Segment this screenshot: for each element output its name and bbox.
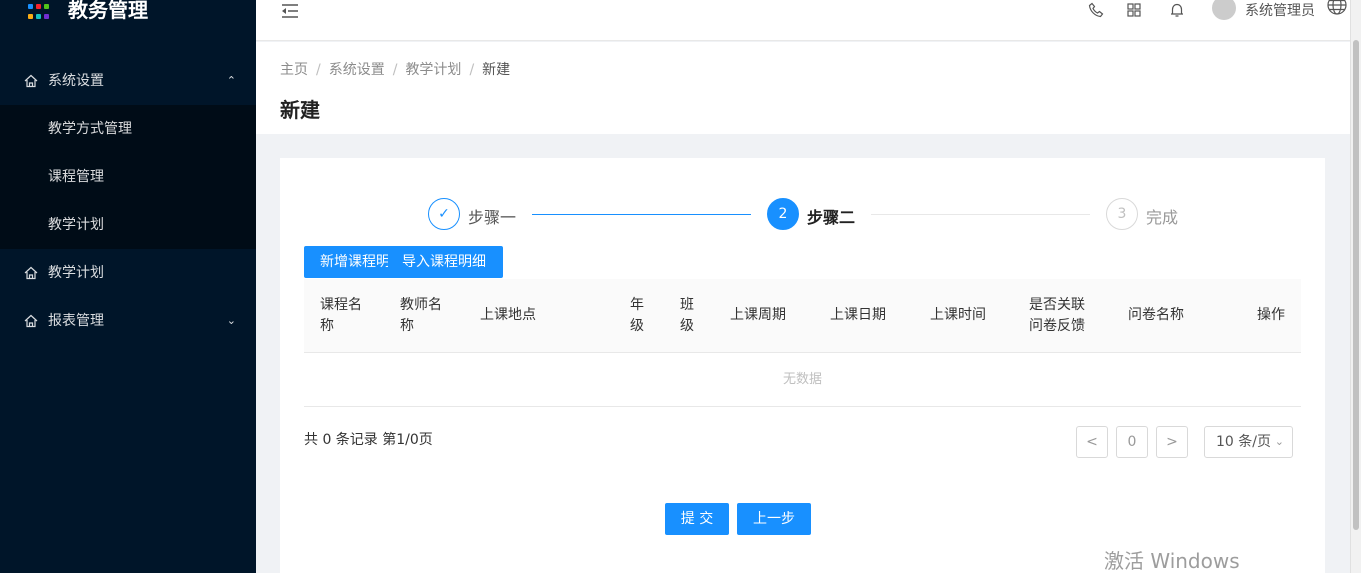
sidebar-item-label: 教学计划: [48, 265, 104, 281]
sidebar-item-label: 教学计划: [48, 217, 104, 233]
chevron-down-icon: ⌄: [226, 314, 236, 327]
logo: 教务管理: [0, 0, 256, 30]
breadcrumb-current: 新建: [482, 62, 511, 78]
breadcrumb-teaching-plan[interactable]: 教学计划: [405, 62, 461, 78]
windows-activation-watermark: 激活 Windows: [1104, 549, 1240, 573]
top-header: 系统管理员: [256, 0, 1350, 41]
sidebar-item-system-settings[interactable]: 系统设置 ⌃: [0, 57, 256, 105]
page-number[interactable]: 0: [1116, 426, 1148, 458]
col-survey-linked: 是否关联 问卷反馈: [1029, 297, 1085, 334]
breadcrumb-system-settings[interactable]: 系统设置: [329, 62, 385, 78]
table-header: 课程名称 教师名称 上课地点 年级 班级 上课周期 上课日期 上课时间 是否关联…: [304, 279, 1301, 353]
scrollbar-thumb[interactable]: [1353, 40, 1359, 530]
breadcrumb-home[interactable]: 主页: [280, 62, 308, 78]
step-3-number: 3: [1106, 198, 1138, 230]
col-date: 上课日期: [830, 307, 886, 323]
submenu-system-settings: 教学方式管理 课程管理 教学计划: [0, 105, 256, 249]
home-icon: [24, 314, 38, 328]
bell-icon[interactable]: [1169, 2, 1185, 18]
step-connector: [871, 214, 1090, 215]
sidebar-item-course-management[interactable]: 课程管理: [0, 153, 256, 201]
breadcrumb: 主页 / 系统设置 / 教学计划 / 新建: [280, 59, 510, 79]
apps-icon[interactable]: [1126, 2, 1142, 18]
prev-step-button[interactable]: 上一步: [737, 503, 811, 535]
step-connector: [532, 214, 751, 215]
col-period: 上课周期: [730, 307, 786, 323]
home-icon: [24, 266, 38, 280]
breadcrumb-separator: /: [316, 62, 321, 78]
col-class: 班级: [680, 297, 694, 334]
col-grade: 年级: [630, 297, 644, 334]
phone-icon[interactable]: [1088, 2, 1104, 18]
sidebar-item-label: 教学方式管理: [48, 121, 132, 137]
submit-button[interactable]: 提 交: [665, 503, 729, 535]
page-header: 主页 / 系统设置 / 教学计划 / 新建 新建: [256, 42, 1350, 134]
col-teacher-name: 教师名称: [400, 297, 442, 334]
col-time: 上课时间: [930, 307, 986, 323]
app-grid-logo-icon: [28, 4, 52, 20]
home-icon: [24, 74, 38, 88]
sidebar-item-label: 报表管理: [48, 313, 104, 329]
sidebar-item-teaching-plan[interactable]: 教学计划: [0, 249, 256, 297]
step-2-number: 2: [767, 198, 799, 230]
step-1-label: 步骤一: [468, 208, 517, 227]
add-course-button[interactable]: 新增课程明: [320, 246, 388, 278]
prev-page-button[interactable]: <: [1076, 426, 1108, 458]
total-records: 共 0 条记录 第1/0页: [304, 432, 433, 448]
chevron-up-icon: ⌃: [226, 74, 236, 87]
page-size-select[interactable]: 10 条/页 ⌄: [1204, 426, 1293, 458]
page-title: 新建: [280, 98, 320, 122]
scrollbar[interactable]: [1350, 0, 1361, 573]
col-survey-name: 问卷名称: [1128, 307, 1184, 323]
step-2-label: 步骤二: [807, 208, 856, 227]
form-card: ✓ 步骤一 2 步骤二 3 完成 新增课程明 导入课程明细 课程名称 教师名称 上…: [280, 158, 1325, 573]
step-1-check-icon: ✓: [428, 198, 460, 230]
sidebar: 教务管理 系统设置 ⌃ 教学方式管理 课程管理 教学计划 教学计划 报表管理 ⌄: [0, 0, 256, 573]
breadcrumb-separator: /: [392, 62, 398, 78]
chevron-down-icon: ⌄: [1274, 435, 1284, 448]
col-course-name: 课程名称: [320, 297, 362, 334]
col-actions: 操作: [1257, 307, 1285, 323]
user-name[interactable]: 系统管理员: [1245, 0, 1315, 20]
breadcrumb-separator: /: [469, 62, 475, 78]
menu-fold-icon[interactable]: [280, 2, 300, 20]
import-course-button[interactable]: 导入课程明细: [402, 254, 486, 270]
sidebar-item-label: 系统设置: [48, 73, 104, 89]
next-page-button[interactable]: >: [1156, 426, 1188, 458]
avatar[interactable]: [1212, 0, 1236, 20]
app-title: 教务管理: [68, 0, 148, 22]
globe-icon[interactable]: [1326, 0, 1348, 16]
col-location: 上课地点: [480, 307, 536, 323]
sidebar-item-teaching-plan-sub[interactable]: 教学计划: [0, 201, 256, 249]
sidebar-menu: 系统设置 ⌃ 教学方式管理 课程管理 教学计划 教学计划 报表管理 ⌄: [0, 57, 256, 345]
sidebar-item-reports[interactable]: 报表管理 ⌄: [0, 297, 256, 345]
page-size-value: 10 条/页: [1216, 434, 1271, 450]
sidebar-item-teaching-method[interactable]: 教学方式管理: [0, 105, 256, 153]
table-empty: 无数据: [304, 353, 1301, 407]
course-actions-bar: 新增课程明 导入课程明细: [304, 246, 503, 278]
sidebar-item-label: 课程管理: [48, 169, 104, 185]
step-3-label: 完成: [1146, 208, 1179, 227]
